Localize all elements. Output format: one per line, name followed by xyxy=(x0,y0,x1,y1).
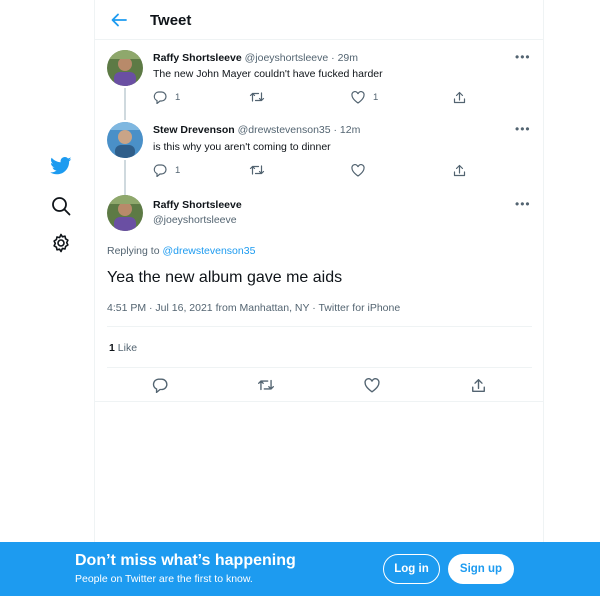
heart-icon xyxy=(351,91,365,104)
banner-subtitle: People on Twitter are the first to know. xyxy=(75,573,253,585)
retweet-button[interactable] xyxy=(257,376,275,394)
like-button[interactable] xyxy=(363,376,381,394)
author-handle[interactable]: @drewstevenson35 xyxy=(238,124,331,136)
heart-icon xyxy=(351,164,365,177)
author-name[interactable]: Raffy Shortsleeve xyxy=(153,52,242,64)
page-title: Tweet xyxy=(150,12,192,29)
left-nav xyxy=(0,0,94,596)
replying-to-link[interactable]: @drewstevenson35 xyxy=(162,245,255,257)
back-button[interactable] xyxy=(109,10,129,30)
more-options-button[interactable]: ••• xyxy=(515,50,531,64)
arrow-left-icon xyxy=(111,13,127,27)
page-header: Tweet xyxy=(95,0,544,40)
divider xyxy=(107,326,532,327)
tweet-text: is this why you aren't coming to dinner xyxy=(153,141,331,153)
author-handle[interactable]: @joeyshortsleeve xyxy=(153,214,237,226)
tweet-time[interactable]: · 12m xyxy=(334,124,361,136)
thread-tweet[interactable]: Raffy Shortsleeve @joeyshortsleeve · 29m… xyxy=(95,40,544,120)
thread-connector xyxy=(124,160,126,198)
reply-button[interactable]: 1 xyxy=(153,91,180,104)
tweet-header: Raffy Shortsleeve @joeyshortsleeve · 29m xyxy=(153,52,358,64)
reply-icon xyxy=(152,378,168,393)
reply-count: 1 xyxy=(175,92,181,103)
share-button[interactable] xyxy=(453,164,466,177)
tweet-text: The new John Mayer couldn't have fucked … xyxy=(153,68,383,80)
share-button[interactable] xyxy=(469,376,487,394)
tweet-time[interactable]: · 29m xyxy=(331,52,358,64)
author-name[interactable]: Raffy Shortsleeve xyxy=(153,199,242,211)
author-name[interactable]: Stew Drevenson xyxy=(153,124,235,136)
gear-icon[interactable] xyxy=(49,231,73,255)
replying-prefix: Replying to xyxy=(107,245,160,257)
avatar[interactable] xyxy=(107,50,143,86)
reply-icon xyxy=(153,164,167,177)
tweet-header: Stew Drevenson @drewstevenson35 · 12m xyxy=(153,124,360,136)
more-options-button[interactable]: ••• xyxy=(515,197,531,211)
like-button[interactable]: 1 xyxy=(351,91,378,104)
share-icon xyxy=(453,91,466,104)
tweet-metadata: 4:51 PM · Jul 16, 2021 from Manhattan, N… xyxy=(107,302,401,314)
like-count: 1 xyxy=(109,342,115,354)
like-label: Like xyxy=(117,342,138,354)
log-in-button[interactable]: Log in xyxy=(383,554,440,584)
author-handle[interactable]: @joeyshortsleeve xyxy=(245,52,329,64)
reply-button[interactable]: 1 xyxy=(153,164,180,177)
like-count: 1 xyxy=(373,92,379,103)
replying-to: Replying to @drewstevenson35 xyxy=(107,245,255,257)
heart-icon xyxy=(364,377,380,393)
avatar[interactable] xyxy=(107,122,143,158)
sign-up-button[interactable]: Sign up xyxy=(448,554,514,584)
more-options-button[interactable]: ••• xyxy=(515,122,531,136)
share-icon xyxy=(453,164,466,177)
signup-banner: Don’t miss what’s happening People on Tw… xyxy=(0,542,600,596)
reply-button[interactable] xyxy=(151,376,169,394)
main-column: Tweet Raffy Shortsleeve @joeyshortsleeve… xyxy=(94,0,544,596)
twitter-logo-icon[interactable] xyxy=(49,154,73,178)
retweet-button[interactable] xyxy=(249,164,265,176)
like-button[interactable] xyxy=(351,164,365,177)
tweet-actions: 1 1 xyxy=(153,91,473,107)
share-button[interactable] xyxy=(453,91,466,104)
thread-tweet[interactable]: Stew Drevenson @drewstevenson35 · 12m ••… xyxy=(95,114,544,198)
main-tweet-actions xyxy=(95,368,544,402)
retweet-button[interactable] xyxy=(249,91,265,103)
likes-summary[interactable]: 1 Like xyxy=(109,342,137,354)
retweet-icon xyxy=(249,165,265,175)
reply-count: 1 xyxy=(175,165,181,176)
reply-icon xyxy=(153,91,167,104)
retweet-icon xyxy=(249,92,265,102)
retweet-icon xyxy=(258,379,274,391)
avatar[interactable] xyxy=(107,195,143,231)
tweet-actions: 1 xyxy=(153,164,473,180)
share-icon xyxy=(471,378,485,392)
tweet-text: Yea the new album gave me aids xyxy=(107,269,343,286)
search-icon[interactable] xyxy=(49,194,73,218)
banner-title: Don’t miss what’s happening xyxy=(75,552,296,569)
